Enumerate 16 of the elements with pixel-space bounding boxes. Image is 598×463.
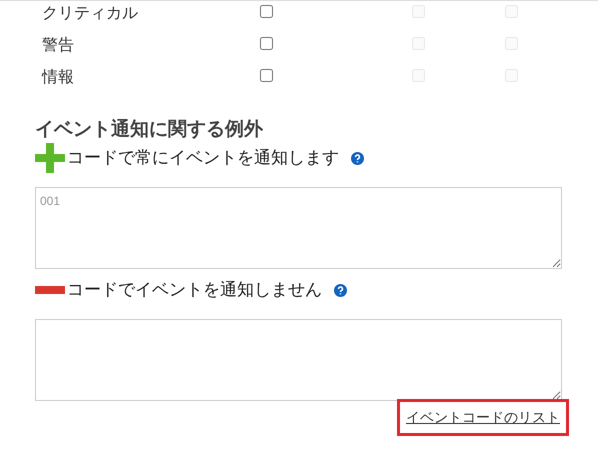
- severity-label: 情報: [42, 68, 75, 88]
- checkbox[interactable]: [260, 37, 274, 50]
- code-field[interactable]: 001: [35, 187, 562, 269]
- event-code-list-link[interactable]: イベントコードのリスト: [397, 399, 569, 436]
- help-icon[interactable]: [351, 152, 364, 164]
- rule-label: コードでイベントを通知しません: [67, 279, 322, 302]
- help-icon[interactable]: [334, 284, 347, 296]
- minus-icon: [35, 286, 65, 294]
- checkbox[interactable]: [260, 5, 274, 18]
- plus-icon: [35, 143, 65, 173]
- code-field[interactable]: [35, 319, 562, 401]
- section-heading: イベント通知に関する例外: [35, 118, 264, 142]
- severity-label: クリティカル: [42, 4, 139, 24]
- checkbox[interactable]: [260, 69, 274, 82]
- rule-label: コードで常にイベントを通知します: [67, 147, 339, 170]
- severity-label: 警告: [42, 36, 75, 56]
